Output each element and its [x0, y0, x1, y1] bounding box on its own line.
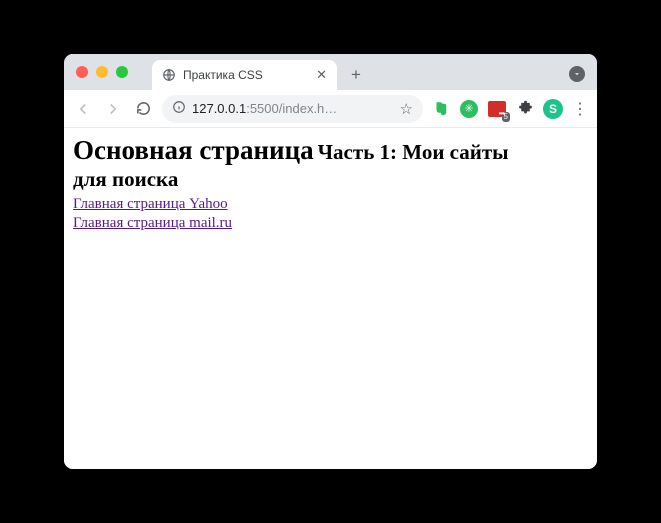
page-viewport: Основная страница Часть 1: Мои сайты для… — [64, 128, 597, 469]
browser-menu-button[interactable]: ⋮ — [571, 99, 589, 119]
heading-main: Основная страница — [73, 135, 314, 165]
url-text: 127.0.0.1:5500/index.h… — [192, 101, 394, 116]
maximize-window-button[interactable] — [116, 66, 128, 78]
lastpass-extension-icon[interactable]: 5 — [487, 99, 507, 119]
s-extension-icon[interactable]: S — [543, 99, 563, 119]
address-bar[interactable]: 127.0.0.1:5500/index.h… ☆ — [162, 95, 423, 123]
site-info-icon[interactable] — [172, 100, 186, 117]
globe-icon — [162, 68, 176, 82]
tab-title: Практика CSS — [183, 68, 309, 82]
close-window-button[interactable] — [76, 66, 88, 78]
close-tab-button[interactable]: ✕ — [316, 67, 327, 83]
reload-button[interactable] — [132, 98, 154, 120]
browser-tab[interactable]: Практика CSS ✕ — [152, 60, 337, 90]
tab-strip: Практика CSS ✕ + — [64, 54, 597, 90]
toolbar: 127.0.0.1:5500/index.h… ☆ ✳ 5 S ⋮ — [64, 90, 597, 128]
page-heading: Основная страница Часть 1: Мои сайты для… — [73, 134, 588, 193]
browser-window: Практика CSS ✕ + 127.0.0.1:5500/index.h…… — [64, 54, 597, 469]
extensions-puzzle-icon[interactable] — [515, 99, 535, 119]
bookmark-star-icon[interactable]: ☆ — [400, 100, 413, 118]
heading-sub-part2: для поиска — [73, 167, 178, 191]
account-icon[interactable] — [569, 66, 585, 82]
window-controls — [76, 66, 128, 78]
links-block: Главная страница Yahoo Главная страница … — [73, 195, 588, 233]
link-mailru[interactable]: Главная страница mail.ru — [73, 215, 232, 231]
link-yahoo[interactable]: Главная страница Yahoo — [73, 196, 228, 212]
minimize-window-button[interactable] — [96, 66, 108, 78]
back-button[interactable] — [72, 98, 94, 120]
new-tab-button[interactable]: + — [343, 62, 369, 88]
evernote-extension-icon[interactable] — [431, 99, 451, 119]
heading-sub-part1: Часть 1: Мои сайты — [318, 140, 509, 164]
forward-button[interactable] — [102, 98, 124, 120]
green-extension-icon[interactable]: ✳ — [459, 99, 479, 119]
